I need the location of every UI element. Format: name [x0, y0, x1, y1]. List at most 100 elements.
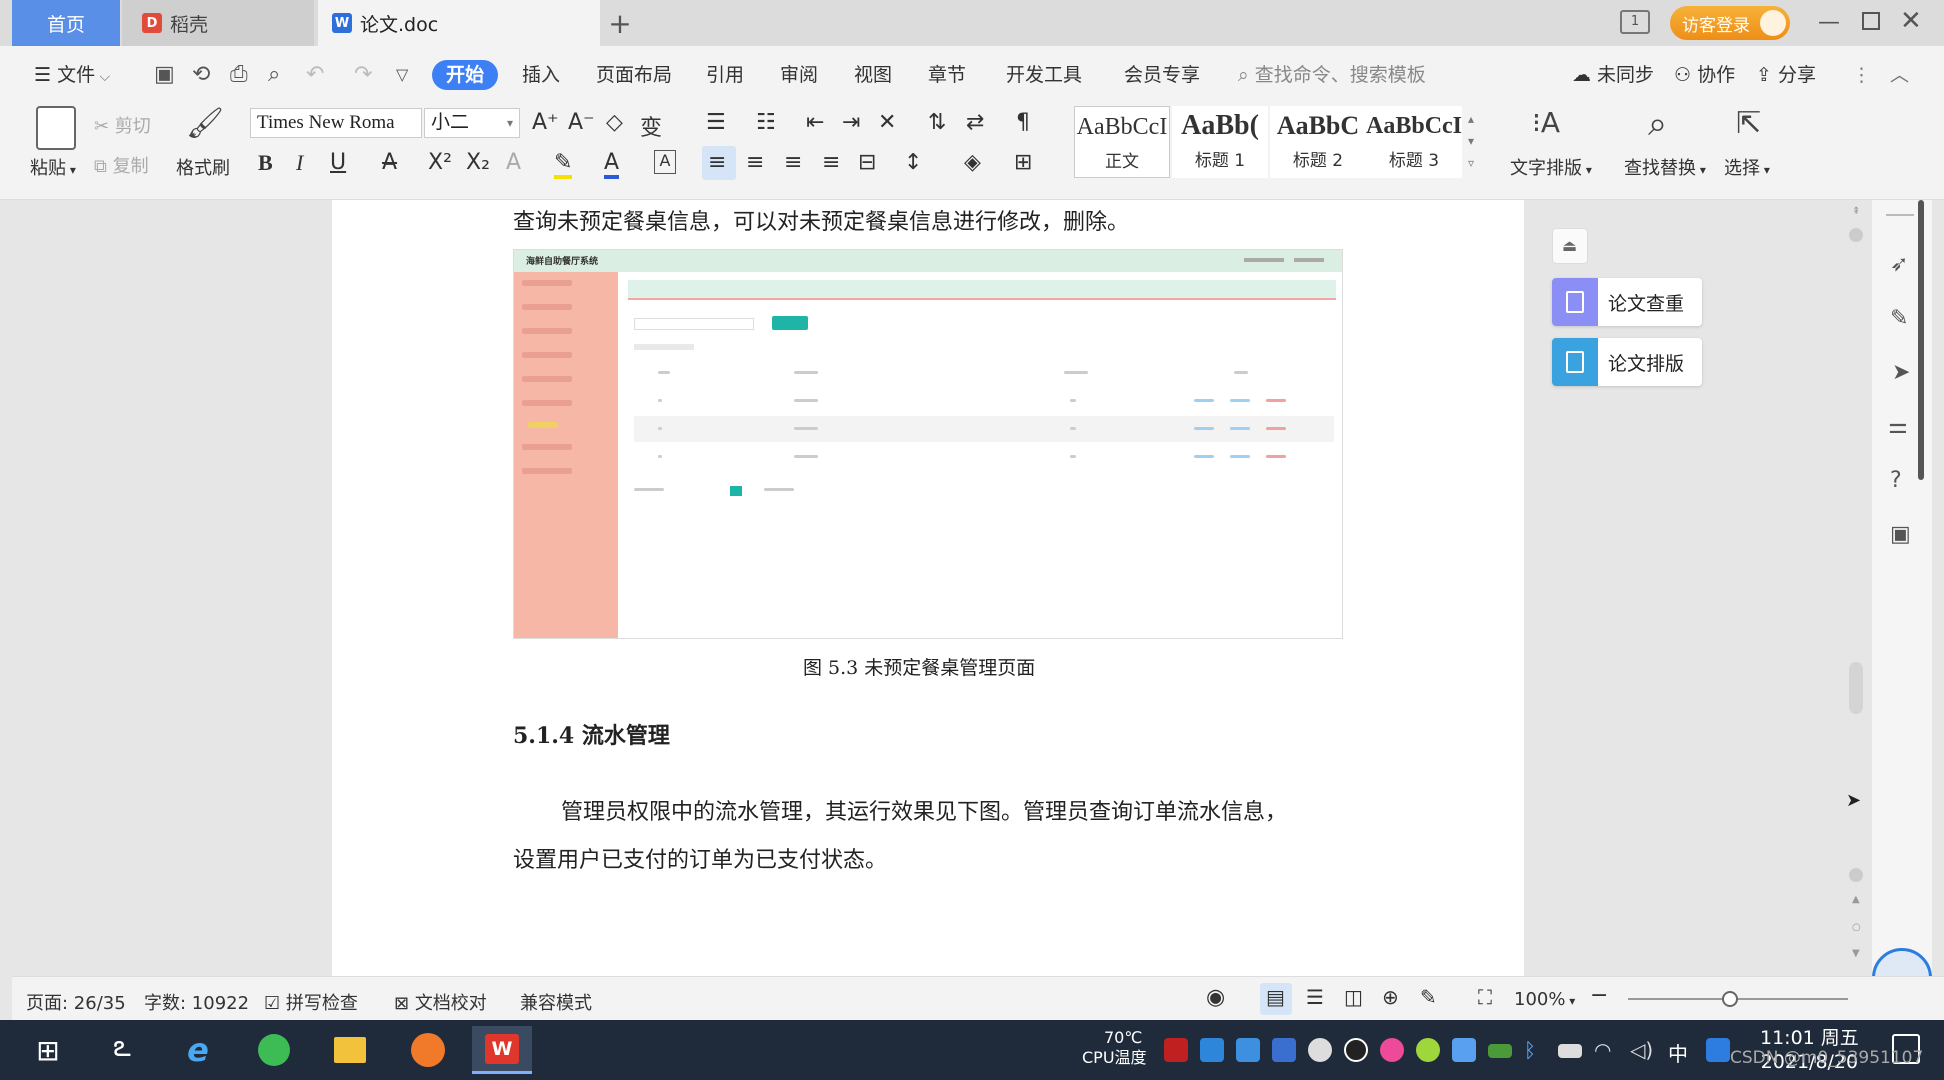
web-view-icon[interactable]: ⊕ [1382, 985, 1399, 1009]
annotate-icon[interactable]: ✎ [1420, 985, 1437, 1009]
clear-format-icon[interactable]: ◇ [606, 110, 623, 135]
fit-page-icon[interactable]: ⛶ [1478, 985, 1492, 1009]
style-normal[interactable]: AaBbCcI 正文 [1074, 106, 1170, 178]
bluetooth-icon[interactable]: ᛒ [1524, 1038, 1548, 1062]
tab-daoke[interactable]: D 稻壳 [122, 0, 314, 46]
redo-icon[interactable]: ↷ [354, 60, 372, 90]
restore-button[interactable] [1862, 12, 1880, 30]
style-heading-2[interactable]: AaBbC 标题 2 [1270, 106, 1366, 178]
tab-home[interactable]: 首页 [12, 0, 120, 46]
command-search-input[interactable]: ⌕ 查找命令、搜索模板 [1238, 60, 1426, 90]
cut-button[interactable]: ✂ 剪切 [94, 112, 151, 138]
save-icon[interactable]: ▣ [154, 60, 175, 90]
tray-app-icon[interactable] [1236, 1038, 1260, 1062]
cursor-select-icon[interactable]: ⇱ [1736, 106, 1761, 141]
close-button[interactable]: ✕ [1900, 6, 1922, 36]
outline-view-icon[interactable]: ☰ [1306, 985, 1324, 1009]
strikethrough-icon[interactable]: A [382, 150, 397, 175]
volume-icon[interactable]: ◁) [1630, 1038, 1654, 1062]
borders-icon[interactable]: ⊞ [1014, 150, 1032, 175]
proofread-button[interactable]: ⊠ 文档校对 [394, 989, 487, 1015]
format-icon[interactable]: ⟲ [192, 60, 210, 90]
char-border-icon[interactable]: A [654, 150, 676, 174]
vertical-scrollbar[interactable]: ⇞ ▲ ○ ▼ [1846, 200, 1866, 976]
text-direction-icon[interactable]: ⇄ [966, 110, 984, 135]
undo-icon[interactable]: ↶ [306, 60, 324, 90]
tray-app-icon[interactable] [1452, 1038, 1476, 1062]
window-layout-icon[interactable]: 1 [1620, 10, 1650, 34]
tray-shield-icon[interactable] [1272, 1038, 1296, 1062]
taskbar-app-wps[interactable]: W [472, 1026, 532, 1074]
zoom-level[interactable]: 100% ▾ [1514, 989, 1575, 1010]
phonetic-guide-icon[interactable]: 变 [640, 110, 662, 142]
distribute-icon[interactable]: ⊟ [858, 150, 876, 175]
sync-status[interactable]: ☁ 未同步 [1572, 60, 1654, 90]
format-painter-icon[interactable]: 🖌 [186, 106, 224, 141]
reading-view-icon[interactable]: ◫ [1344, 985, 1363, 1009]
visitor-login-button[interactable]: 访客登录 [1670, 6, 1790, 40]
adjust-icon[interactable]: ⚌ [1888, 414, 1908, 439]
highlight-icon[interactable]: ✎ [554, 150, 573, 179]
copy-button[interactable]: ⧉ 复制 [94, 152, 149, 178]
next-page-icon[interactable]: ▼ [1852, 948, 1860, 959]
quick-access-dropdown-icon[interactable]: ▽ [396, 60, 408, 90]
new-tab-button[interactable]: + [600, 0, 640, 46]
tab-page-layout[interactable]: 页面布局 [596, 60, 672, 90]
tray-app-icon[interactable] [1200, 1038, 1224, 1062]
eye-protect-icon[interactable]: ◉ [1206, 985, 1225, 1010]
italic-icon[interactable]: I [296, 150, 303, 176]
find-replace-button[interactable]: 查找替换 ▾ [1624, 154, 1706, 180]
styles-scroll-icon[interactable]: ▴ ▾ ▿ [1468, 108, 1474, 174]
align-center-icon[interactable]: ≡ [746, 150, 764, 175]
format-painter-button[interactable]: 格式刷 [176, 154, 230, 180]
paste-icon[interactable] [36, 106, 76, 150]
tray-plus-icon[interactable] [1416, 1038, 1440, 1062]
pen-icon[interactable]: ✎ [1890, 306, 1908, 331]
pointer-icon[interactable]: ➤ [1892, 360, 1910, 385]
tray-antivirus-icon[interactable] [1164, 1038, 1188, 1062]
tray-qq-icon[interactable] [1344, 1038, 1368, 1062]
ime-indicator[interactable]: 中 [1668, 1038, 1692, 1066]
battery-icon[interactable] [1558, 1044, 1582, 1058]
font-color-icon[interactable]: A [604, 150, 620, 179]
tab-review[interactable]: 审阅 [780, 60, 818, 90]
image-icon[interactable]: ▣ [1890, 522, 1911, 547]
select-browse-icon[interactable]: ○ [1852, 922, 1861, 933]
tab-start[interactable]: 开始 [432, 60, 499, 90]
font-name-select[interactable]: Times New Roma [250, 108, 422, 138]
more-options-icon[interactable]: ⋮ [1852, 60, 1871, 90]
thesis-check-button[interactable]: 论文查重 [1552, 278, 1702, 326]
collapse-ribbon-icon[interactable]: ︿ [1890, 60, 1909, 90]
wifi-icon[interactable]: ◠ [1594, 1038, 1618, 1062]
tab-vip[interactable]: 会员专享 [1124, 60, 1200, 90]
tab-chapter[interactable]: 章节 [928, 60, 966, 90]
tab-view[interactable]: 视图 [854, 60, 892, 90]
zoom-slider-handle[interactable] [1722, 991, 1738, 1007]
zoom-out-icon[interactable]: − [1590, 983, 1608, 1008]
align-right-icon[interactable]: ≡ [784, 150, 802, 175]
scrollbar-thumb[interactable] [1849, 662, 1863, 714]
find-icon[interactable]: ⌕ [1648, 104, 1667, 144]
subscript-icon[interactable]: X₂ [466, 150, 490, 175]
paste-button[interactable]: 粘贴 ▾ [30, 154, 76, 180]
file-menu[interactable]: ☰ 文件 ⌵ [34, 60, 110, 90]
toolbar-scroll-indicator[interactable] [1918, 200, 1924, 480]
print-preview-icon[interactable]: ⌕ [268, 60, 280, 90]
tab-developer-tools[interactable]: 开发工具 [1006, 60, 1082, 90]
chinese-layout-icon[interactable]: ✕ [878, 110, 896, 135]
line-spacing-icon[interactable]: ↕ [904, 150, 922, 175]
bold-icon[interactable]: B [258, 150, 273, 176]
collaborate-button[interactable]: ⚇ 协作 [1674, 60, 1735, 90]
spell-check-button[interactable]: ☑ 拼写检查 [264, 989, 358, 1015]
text-effect-icon[interactable]: A [506, 150, 521, 175]
select-button[interactable]: 选择 ▾ [1724, 154, 1770, 180]
text-layout-icon[interactable]: ⁝A [1532, 106, 1560, 139]
prev-page-icon[interactable]: ▲ [1852, 894, 1860, 905]
bullet-list-icon[interactable]: ☰ [706, 110, 726, 135]
increase-font-icon[interactable]: A⁺ [532, 110, 559, 135]
share-button[interactable]: ⇪ 分享 [1756, 60, 1816, 90]
taskbar-app-explorer[interactable] [320, 1026, 380, 1074]
taskbar-app-player[interactable] [398, 1026, 458, 1074]
tray-nvidia-icon[interactable] [1488, 1044, 1512, 1058]
tab-insert[interactable]: 插入 [522, 60, 560, 90]
